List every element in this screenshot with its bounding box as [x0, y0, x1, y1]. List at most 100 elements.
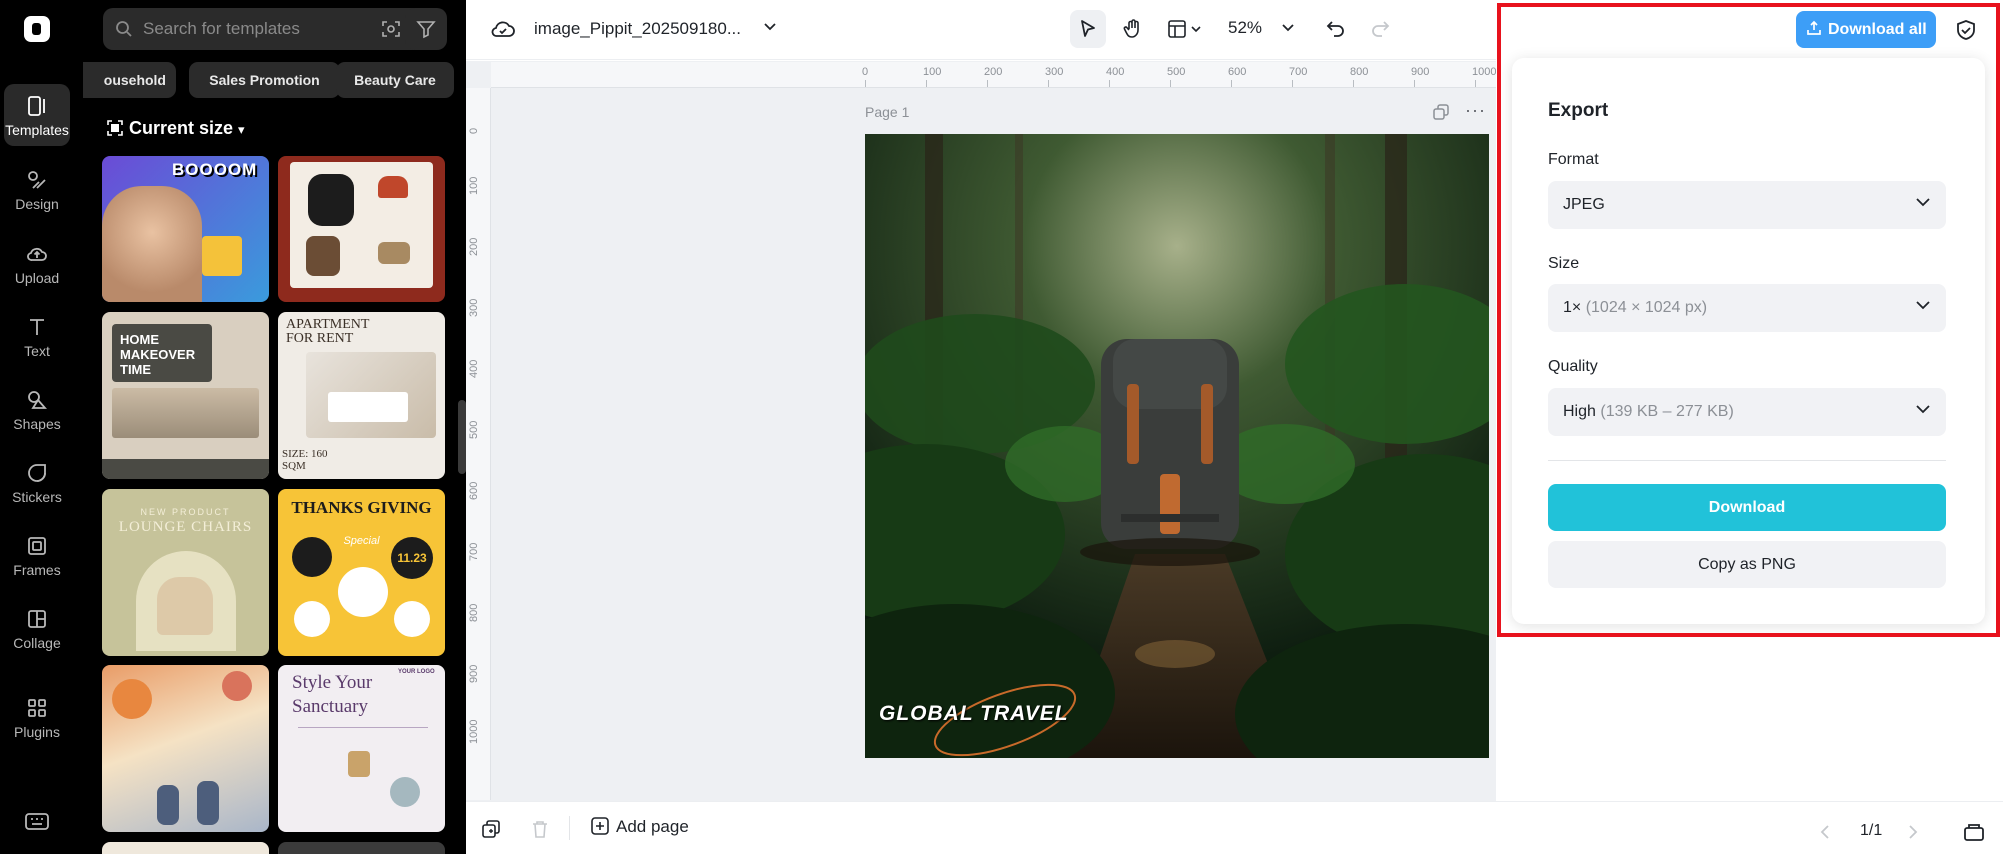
jungle-backpack-image: [865, 134, 1489, 758]
templates-panel: ousehold Sales Promotion Beauty Care Cur…: [83, 0, 466, 854]
search-icon: [116, 21, 132, 37]
search-input[interactable]: [143, 8, 363, 50]
template-thumb-new-year[interactable]: [102, 665, 269, 832]
select-tool-button[interactable]: [1070, 10, 1106, 48]
thumb-line: [298, 727, 428, 728]
rail-collage[interactable]: Collage: [4, 597, 70, 659]
rail-upload[interactable]: Upload: [4, 232, 70, 294]
cursor-icon: [1081, 20, 1095, 37]
ruler-tick-label: 0: [862, 66, 869, 78]
rail-label: Collage: [13, 635, 61, 651]
ruler-tick: [987, 80, 988, 87]
template-thumb-partial[interactable]: [102, 842, 269, 854]
template-thumb-home-makeover[interactable]: HOME MAKEOVER TIME: [102, 312, 269, 479]
text-icon: [30, 319, 44, 335]
ruler-tick-label: 200: [984, 66, 1003, 78]
duplicate-page-icon[interactable]: [1433, 104, 1449, 120]
template-thumb-winter-wear[interactable]: [278, 156, 445, 302]
filter-icon: [416, 21, 436, 39]
ruler-tick-label: 500: [468, 420, 480, 439]
thumb-sub: NEW PRODUCT: [140, 507, 231, 517]
more-options-icon[interactable]: ···: [1465, 100, 1486, 121]
ruler-tick-label: 900: [1411, 66, 1430, 78]
ruler-tick-label: 500: [1167, 66, 1186, 78]
ruler-tick: [1048, 80, 1049, 87]
chip-beauty-care[interactable]: Beauty Care: [336, 62, 454, 98]
image-search-icon[interactable]: [381, 19, 401, 39]
ruler-tick-label: 900: [468, 664, 480, 683]
duplicate-icon[interactable]: [482, 820, 500, 838]
chevron-down-icon[interactable]: [764, 23, 776, 31]
rail-text[interactable]: Text: [4, 305, 70, 367]
ruler-tick-label: 0: [468, 127, 480, 134]
layout-icon: [1168, 20, 1186, 38]
ruler-tick-label: 600: [1228, 66, 1247, 78]
template-thumb-booom[interactable]: BOOOOM: [102, 156, 269, 302]
rail-plugins[interactable]: Plugins: [4, 686, 70, 748]
rail-label: Shapes: [13, 416, 61, 432]
pages-panel-icon[interactable]: [1963, 822, 1985, 842]
redo-icon[interactable]: [1370, 18, 1390, 38]
cloud-sync-icon[interactable]: [491, 18, 515, 40]
top-toolbar: image_Pippit_202509180... 52%: [466, 0, 1496, 60]
stickers-icon: [28, 464, 46, 482]
vertical-ruler: 0 100 200 300 400 500 600 700 800 900 1000: [466, 88, 491, 800]
keyboard-icon[interactable]: [25, 812, 49, 832]
thumb-planet: [112, 679, 152, 719]
rail-stickers[interactable]: Stickers: [4, 451, 70, 513]
thumb-date: 11.23: [391, 537, 433, 579]
thumb-title: HOME MAKEOVER TIME: [112, 324, 212, 382]
template-thumb-thanksgiving[interactable]: THANKS GIVING Special 11.23: [278, 489, 445, 656]
ruler-tick: [865, 80, 866, 87]
file-name[interactable]: image_Pippit_202509180...: [534, 19, 741, 39]
template-thumb-lounge-chairs[interactable]: NEW PRODUCT LOUNGE CHAIRS: [102, 489, 269, 656]
thumb-title: Style Your Sanctuary: [292, 672, 373, 717]
layout-button[interactable]: [1160, 10, 1208, 48]
thumb-hat: [378, 176, 408, 198]
panel-collapse-handle[interactable]: [458, 400, 466, 474]
thumb-astronaut: [197, 781, 219, 825]
thumb-footer: [102, 459, 269, 479]
canvas-image[interactable]: GLOBAL TRAVEL: [865, 134, 1489, 758]
upload-icon: [27, 247, 47, 261]
template-thumb-style-sanctuary[interactable]: YOUR LOGO Style Your Sanctuary: [278, 665, 445, 832]
thumb-face: [102, 186, 202, 302]
search-box[interactable]: [103, 8, 441, 50]
thumb-title: LOUNGE CHAIRS: [118, 519, 253, 535]
zoom-chevron-icon[interactable]: [1282, 24, 1294, 32]
frames-icon: [28, 537, 46, 555]
thumb-planet: [222, 671, 252, 701]
add-page-button[interactable]: Add page: [590, 816, 689, 837]
undo-icon[interactable]: [1326, 18, 1346, 38]
zoom-level[interactable]: 52%: [1228, 18, 1262, 38]
template-thumb-apartment[interactable]: APARTMENT FOR RENT SIZE: 160 SQM: [278, 312, 445, 479]
rail-design[interactable]: Design: [4, 158, 70, 220]
ruler-tick-label: 600: [468, 481, 480, 500]
template-thumb-partial[interactable]: [278, 842, 445, 854]
next-page-icon[interactable]: [1908, 824, 1918, 840]
thumb-jacket: [308, 174, 354, 226]
thumb-room: [112, 388, 259, 438]
ruler-tick-label: 1000: [1472, 66, 1497, 78]
chip-household[interactable]: ousehold: [83, 62, 176, 98]
rail-shapes[interactable]: Shapes: [4, 378, 70, 440]
app-logo[interactable]: [24, 16, 50, 42]
chip-sales-promotion[interactable]: Sales Promotion: [189, 62, 340, 98]
hand-tool-button[interactable]: [1114, 10, 1150, 48]
thumb-boot: [378, 242, 410, 264]
current-size-dropdown[interactable]: Current size ▾: [107, 118, 245, 139]
prev-page-icon[interactable]: [1820, 824, 1830, 840]
trash-icon[interactable]: [531, 820, 549, 838]
rail-templates[interactable]: Templates: [4, 84, 70, 146]
design-icon: [28, 171, 46, 189]
rail-label: Design: [15, 196, 59, 212]
filter-button[interactable]: [405, 8, 447, 50]
thumb-chair: [157, 577, 213, 635]
shapes-icon: [28, 391, 47, 409]
rail-frames[interactable]: Frames: [4, 524, 70, 586]
ruler-tick-label: 1000: [468, 719, 480, 744]
rail-label: Upload: [14, 270, 60, 286]
ruler-tick-label: 300: [468, 298, 480, 317]
add-page-icon: [591, 817, 609, 835]
ruler-tick: [1170, 80, 1171, 87]
